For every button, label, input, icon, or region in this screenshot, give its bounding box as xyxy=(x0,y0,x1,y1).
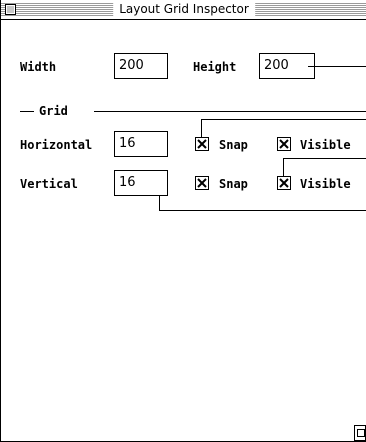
vertical-snap-checkbox[interactable] xyxy=(195,176,209,190)
vertical-field-connector-v xyxy=(159,195,160,211)
horizontal-snap-connector-h xyxy=(201,119,366,120)
vertical-visible-connector-v xyxy=(283,158,284,176)
grid-group-line-left xyxy=(20,111,34,112)
grid-section-label: Grid xyxy=(39,104,68,118)
horizontal-visible-checkbox[interactable] xyxy=(277,137,291,151)
title-bar[interactable]: Layout Grid Inspector xyxy=(1,0,366,20)
height-field[interactable]: 200 xyxy=(259,53,315,79)
horizontal-snap-label: Snap xyxy=(219,138,248,152)
horizontal-label: Horizontal xyxy=(20,138,93,152)
x-check-icon xyxy=(197,178,207,188)
x-check-icon xyxy=(279,139,289,149)
vertical-label: Vertical xyxy=(20,177,78,191)
horizontal-spacing-field[interactable]: 16 xyxy=(114,131,168,157)
vertical-field-connector-h xyxy=(159,210,366,211)
inspector-window: Layout Grid Inspector Width 200 Height 2… xyxy=(0,0,366,442)
width-label: Width xyxy=(20,60,57,74)
close-box[interactable] xyxy=(5,4,16,15)
x-check-icon xyxy=(279,178,289,188)
vertical-visible-connector-h xyxy=(283,158,366,159)
grid-group-line-right xyxy=(94,111,366,112)
height-connector-line xyxy=(308,66,366,67)
vertical-snap-label: Snap xyxy=(219,177,248,191)
width-field[interactable]: 200 xyxy=(114,53,168,79)
vertical-visible-checkbox[interactable] xyxy=(277,176,291,190)
vertical-spacing-field[interactable]: 16 xyxy=(114,170,168,196)
x-check-icon xyxy=(197,139,207,149)
horizontal-snap-connector-v xyxy=(201,119,202,137)
window-title: Layout Grid Inspector xyxy=(113,2,255,17)
horizontal-snap-checkbox[interactable] xyxy=(195,137,209,151)
height-label: Height xyxy=(193,60,237,74)
vertical-visible-label: Visible xyxy=(300,177,351,191)
horizontal-visible-label: Visible xyxy=(300,138,351,152)
resize-grip[interactable] xyxy=(354,425,366,441)
